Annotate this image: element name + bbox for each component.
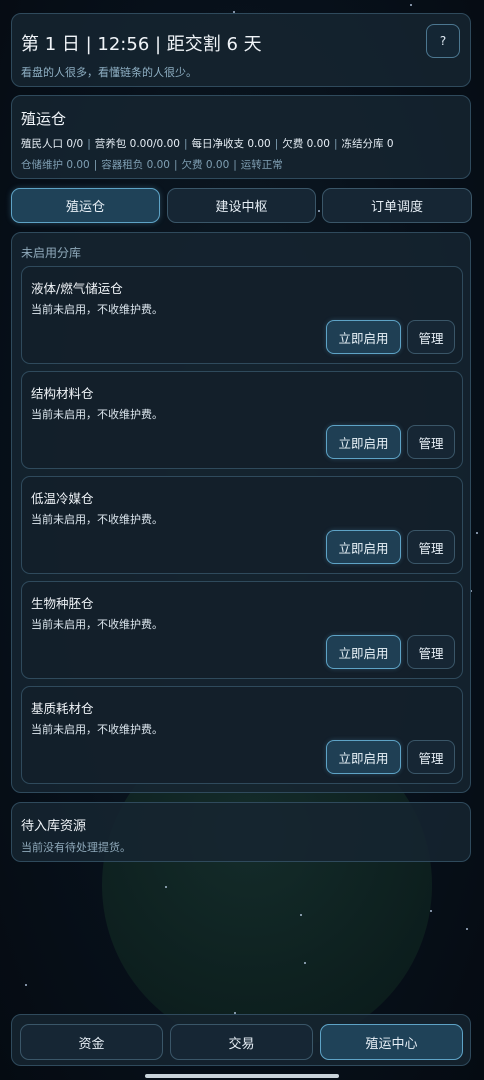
manage-button[interactable]: 管理 [407,320,455,354]
stat-nutrition: 营养包 0.00/0.00 [94,138,180,150]
warehouse-status: 当前未启用，不收维护费。 [31,303,163,316]
star [165,886,167,888]
warehouse-name: 低温冷媒仓 [31,491,94,506]
tab-orders[interactable]: 订单调度 [322,188,472,223]
warehouse-card: 基质耗材仓 当前未启用，不收维护费。 立即启用 管理 [21,686,463,784]
pending-description: 当前没有待处理提货。 [21,841,131,854]
stat-arrears: 欠费 0.00 [282,138,330,150]
nav-funds-button[interactable]: 资金 [20,1024,163,1060]
warehouse-card: 生物种胚仓 当前未启用，不收维护费。 立即启用 管理 [21,581,463,679]
page-title: 第 1 日 | 12:56 | 距交割 6 天 [21,34,262,55]
warehouse-status: 当前未启用，不收维护费。 [31,408,163,421]
warehouse-card: 低温冷媒仓 当前未启用，不收维护费。 立即启用 管理 [21,476,463,574]
enable-button[interactable]: 立即启用 [326,635,401,669]
warehouse-list-panel: 未启用分库 液体/燃气储运仓 当前未启用，不收维护费。 立即启用 管理 结构材料… [11,232,471,793]
stat-population: 殖民人口 0/0 [21,138,84,150]
stat-frozen: 冻结分库 0 [341,138,394,150]
star [430,910,432,912]
bottom-nav-bar: 资金 交易 殖运中心 [11,1014,471,1066]
stat-daily-net: 每日净收支 0.00 [191,138,271,150]
stat-maintenance: 仓储维护 0.00 [21,159,90,171]
manage-button[interactable]: 管理 [407,635,455,669]
star [476,532,478,534]
tab-warehouse[interactable]: 殖运仓 [11,188,160,223]
manage-button[interactable]: 管理 [407,425,455,459]
enable-button[interactable]: 立即启用 [326,530,401,564]
help-button[interactable]: ? [426,24,460,58]
warehouse-status: 当前未启用，不收维护费。 [31,618,163,631]
enable-button[interactable]: 立即启用 [326,425,401,459]
stat-operation: 运转正常 [240,159,283,171]
status-title: 殖运仓 [21,110,67,128]
enable-button[interactable]: 立即启用 [326,740,401,774]
status-cost-line: 仓储维护 0.00 | 容器租负 0.00 | 欠费 0.00 | 运转正常 [21,159,283,171]
page-subtitle: 看盘的人很多，看懂链条的人很少。 [21,66,197,79]
manage-button[interactable]: 管理 [407,740,455,774]
warehouse-name: 基质耗材仓 [31,701,94,716]
manage-button[interactable]: 管理 [407,530,455,564]
star [318,210,320,212]
stat-container-rent: 容器租负 0.00 [101,159,170,171]
warehouse-name: 结构材料仓 [31,386,94,401]
home-indicator[interactable] [145,1074,339,1078]
status-stats-line: 殖民人口 0/0 | 营养包 0.00/0.00 | 每日净收支 0.00 | 欠费 0.0… [21,138,394,150]
warehouse-card: 液体/燃气储运仓 当前未启用，不收维护费。 立即启用 管理 [21,266,463,364]
stat-arrears-2: 欠费 0.00 [181,159,230,171]
star [300,914,302,916]
warehouse-name: 液体/燃气储运仓 [31,281,123,296]
star [410,4,412,6]
warehouse-status: 当前未启用，不收维护费。 [31,513,163,526]
star [25,984,27,986]
nav-trade-button[interactable]: 交易 [170,1024,313,1060]
tab-construction[interactable]: 建设中枢 [167,188,316,223]
header-panel: 第 1 日 | 12:56 | 距交割 6 天 看盘的人很多，看懂链条的人很少。… [11,13,471,87]
pending-title: 待入库资源 [21,819,87,834]
section-label: 未启用分库 [21,246,82,260]
warehouse-name: 生物种胚仓 [31,596,94,611]
star [466,928,468,930]
warehouse-status: 当前未启用，不收维护费。 [31,723,163,736]
enable-button[interactable]: 立即启用 [326,320,401,354]
nav-colony-center-button[interactable]: 殖运中心 [320,1024,463,1060]
warehouse-card: 结构材料仓 当前未启用，不收维护费。 立即启用 管理 [21,371,463,469]
star [304,962,306,964]
pending-resources-panel: 待入库资源 当前没有待处理提货。 [11,802,471,862]
status-panel: 殖运仓 殖民人口 0/0 | 营养包 0.00/0.00 | 每日净收支 0.00 | 欠费… [11,95,471,179]
